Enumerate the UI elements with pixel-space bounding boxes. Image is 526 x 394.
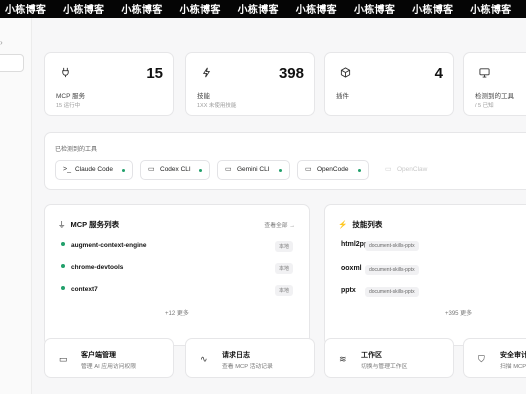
nav-desc: 切换与管理工作区 [361, 364, 408, 370]
tool-label: Claude Code [75, 166, 113, 173]
terminal-icon: >_ [63, 166, 71, 173]
monitor-icon: ▭ [305, 166, 312, 173]
nav-desc: 查看 MCP 活动记录 [222, 364, 273, 370]
sparkle-icon [200, 67, 212, 79]
stat-label: 技能 [197, 93, 210, 100]
watermark-text: 小栋博客 [63, 5, 105, 16]
nav-card-logs[interactable]: ∿ 请求日志 查看 MCP 活动记录 [185, 338, 315, 378]
stat-sub: 1XX 未使用技能 [197, 103, 237, 109]
tool-label: Gemini CLI [237, 166, 270, 173]
status-dot [61, 242, 65, 246]
panel-title: ⏚ MCP 服务列表 [58, 220, 120, 229]
detected-tools-card: 已检测到的工具 >_ Claude Code ▭ Codex CLI ▭ Gem… [44, 132, 526, 190]
stat-label: MCP 服务 [56, 93, 86, 100]
more-link[interactable]: +395 更多 [445, 308, 472, 317]
stat-sub: 15 运行中 [56, 103, 81, 109]
status-dot [61, 286, 65, 290]
tools-title: 已检测到的工具 [55, 147, 98, 153]
monitor-icon: ▭ [59, 354, 68, 364]
tool-chip-gemini-cli[interactable]: ▭ Gemini CLI [217, 160, 290, 180]
plug-icon: ⏚ [58, 220, 66, 229]
dashboard-main: 15 MCP 服务 15 运行中 398 技能 1XX 未使用技能 4 插件 检… [32, 18, 526, 394]
stat-value: 4 [434, 65, 443, 82]
skill-tag: document-skills-pptx [365, 287, 419, 297]
status-dot [279, 169, 282, 172]
skill-tag: document-skills-pptx [365, 265, 419, 275]
nav-title: 工作区 [361, 352, 382, 359]
watermark-text: 小栋博客 [237, 5, 279, 16]
view-all-link[interactable]: 查看全部 → [264, 220, 295, 229]
stat-card-plugins[interactable]: 4 插件 [324, 52, 454, 116]
stat-value: 398 [278, 65, 304, 82]
mcp-row[interactable]: chrome-devtools [61, 264, 123, 271]
skills-panel: ⚡ 技能列表 html2pptx document-skills-pptx oox… [324, 204, 526, 346]
sparkle-icon: ⚡ [338, 220, 348, 229]
tool-label: OpenCode [317, 166, 349, 173]
stat-label: 检测到的工具 [475, 93, 514, 100]
stat-card-mcp[interactable]: 15 MCP 服务 15 运行中 [44, 52, 174, 116]
status-dot [122, 169, 125, 172]
more-link[interactable]: +12 更多 [165, 308, 189, 317]
mcp-row[interactable]: context7 [61, 286, 98, 293]
nav-title: 安全审计 [500, 352, 526, 359]
activity-icon: ∿ [200, 354, 208, 364]
stat-card-tools[interactable]: 检测到的工具 / 5 已知 [463, 52, 526, 116]
status-dot [358, 169, 361, 172]
monitor-icon: ▭ [225, 166, 232, 173]
watermark-text: 小栋博客 [412, 5, 454, 16]
stat-sub: / 5 已知 [475, 103, 494, 109]
stat-label: 插件 [336, 93, 349, 100]
box-icon [339, 67, 351, 79]
skill-row[interactable]: ooxml [341, 265, 362, 272]
status-dot [61, 264, 65, 268]
status-dot [199, 169, 202, 172]
nav-card-security[interactable]: ⛉ 安全审计 扫描 MCP [463, 338, 526, 378]
nav-title: 客户端管理 [81, 352, 116, 359]
panel-title: ⚡ 技能列表 [338, 220, 383, 229]
local-badge: 本地 [274, 285, 293, 296]
stat-value: 15 [146, 65, 163, 82]
watermark-text: 小栋博客 [121, 5, 163, 16]
sidebar: › [0, 18, 32, 394]
stat-card-skills[interactable]: 398 技能 1XX 未使用技能 [185, 52, 315, 116]
layers-icon: ≋ [339, 354, 347, 364]
nav-desc: 扫描 MCP [500, 364, 526, 370]
tool-label: Codex CLI [160, 166, 191, 173]
mcp-services-panel: ⏚ MCP 服务列表 查看全部 → augment-context-engine … [44, 204, 310, 346]
chevron-icon[interactable]: › [0, 38, 3, 47]
skill-row[interactable]: pptx [341, 287, 356, 294]
watermark-text: 小栋博客 [295, 5, 337, 16]
plug-icon [59, 67, 71, 79]
tool-chip-opencode[interactable]: ▭ OpenCode [297, 160, 369, 180]
tool-chip-claude-code[interactable]: >_ Claude Code [55, 160, 133, 180]
watermark-text: 小栋博客 [470, 5, 512, 16]
mcp-row[interactable]: augment-context-engine [61, 242, 146, 249]
tool-label: OpenClaw [397, 166, 428, 173]
watermark-text: 小栋博客 [179, 5, 221, 16]
nav-title: 请求日志 [222, 352, 250, 359]
monitor-icon [478, 67, 490, 79]
shield-icon: ⛉ [478, 354, 485, 364]
nav-card-workspace[interactable]: ≋ 工作区 切换与管理工作区 [324, 338, 454, 378]
sidebar-search-input[interactable] [0, 54, 24, 72]
nav-card-clients[interactable]: ▭ 客户端管理 管理 AI 应用访问权限 [44, 338, 174, 378]
tool-chip-codex-cli[interactable]: ▭ Codex CLI [140, 160, 210, 180]
skill-tag: document-skills-pptx [365, 241, 419, 251]
watermark-text: 小栋博客 [353, 5, 396, 16]
watermark-bar: 小栋博客 小栋博客 小栋博客 小栋博客 小栋博客 小栋博客 小栋博客 小栋博客 … [0, 0, 526, 18]
monitor-icon: ▭ [385, 166, 392, 173]
nav-desc: 管理 AI 应用访问权限 [81, 364, 137, 370]
tool-chip-openclaw: ▭ OpenClaw [377, 160, 445, 180]
monitor-icon: ▭ [148, 166, 155, 173]
local-badge: 本地 [274, 263, 293, 274]
watermark-text: 小栋博客 [5, 5, 47, 16]
local-badge: 本地 [274, 241, 293, 252]
